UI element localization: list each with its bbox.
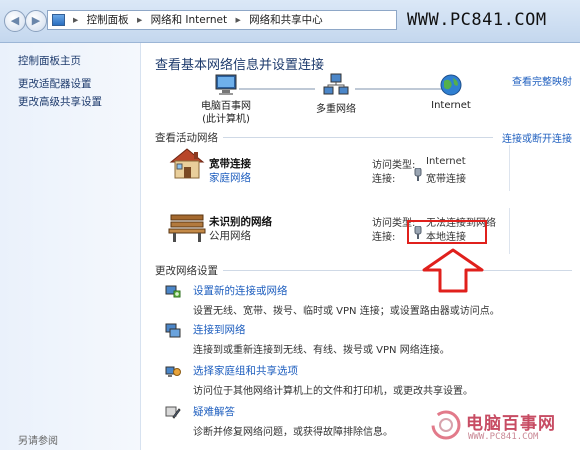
task-title-link[interactable]: 设置新的连接或网络 <box>193 283 500 298</box>
task-connect-network: 连接到网络 连接到或重新连接到无线、有线、拨号或 VPN 网络连接。 <box>193 322 450 356</box>
globe-icon <box>440 74 462 96</box>
network-type: 公用网络 <box>209 230 251 242</box>
sidebar-item-home[interactable]: 控制面板主页 <box>18 53 81 68</box>
brand-logo: 电脑百事网 WWW.PC841.COM <box>430 405 580 450</box>
breadcrumb-item[interactable]: 控制面板 <box>87 14 129 26</box>
map-node-computer[interactable]: 电脑百事网 (此计算机) <box>186 73 266 126</box>
connection-link[interactable]: 宽带连接 <box>426 170 466 185</box>
task-homegroup-sharing: 选择家庭组和共享选项 访问位于其他网络计算机上的文件和打印机，或更改共享设置。 <box>193 363 473 397</box>
see-also-label: 另请参阅 <box>18 436 58 447</box>
connect-disconnect-link[interactable]: 连接或断开连接 <box>502 130 572 145</box>
map-label-internet: Internet <box>431 100 471 111</box>
network-name: 未识别的网络 <box>209 216 272 228</box>
task-new-connection: 设置新的连接或网络 设置无线、宽带、拨号、临时或 VPN 连接；或设置路由器或访… <box>193 283 500 317</box>
section-divider <box>223 270 572 271</box>
homegroup-icon <box>165 366 181 377</box>
breadcrumb-item[interactable]: 网络和 Internet <box>151 14 228 26</box>
address-field[interactable]: ▸ 控制面板 ▸ 网络和 Internet ▸ 网络和共享中心 <box>47 10 397 30</box>
breadcrumb-arrow-icon: ▸ <box>73 14 79 26</box>
sidebar-item-adapter-settings[interactable]: 更改适配器设置 <box>18 76 92 91</box>
map-node-internet[interactable]: Internet <box>411 73 491 111</box>
connection-label: 连接: <box>372 174 396 185</box>
active-networks-header: 查看活动网络 <box>155 132 218 144</box>
full-map-link[interactable]: 查看完整映射 <box>512 73 572 88</box>
control-panel-icon <box>52 14 65 26</box>
new-connection-icon <box>165 285 181 298</box>
column-divider <box>509 145 510 191</box>
task-title-link[interactable]: 疑难解答 <box>193 404 393 419</box>
map-label-computer: 电脑百事网 (此计算机) <box>201 101 251 125</box>
page-title: 查看基本网络信息并设置连接 <box>155 58 325 73</box>
highlight-box <box>407 220 487 244</box>
column-divider <box>509 208 510 254</box>
sidebar: 控制面板主页 更改适配器设置 更改高级共享设置 另请参阅 <box>0 43 141 450</box>
task-description: 访问位于其他网络计算机上的文件和打印机，或更改共享设置。 <box>193 386 473 397</box>
task-description: 诊断并修复网络问题，或获得故障排除信息。 <box>193 427 393 438</box>
access-type-label: 访问类型: <box>372 160 416 171</box>
brand-name: 电脑百事网 <box>466 414 556 434</box>
task-description: 连接到或重新连接到无线、有线、拨号或 VPN 网络连接。 <box>193 345 450 356</box>
sidebar-item-advanced-sharing[interactable]: 更改高级共享设置 <box>18 94 102 109</box>
connection-plug-icon <box>414 168 422 181</box>
public-network-bench-icon <box>168 214 206 242</box>
network-name: 宽带连接 <box>209 158 251 170</box>
task-description: 设置无线、宽带、拨号、临时或 VPN 连接；或设置路由器或访问点。 <box>193 306 500 317</box>
brand-url: WWW.PC841.COM <box>468 432 539 442</box>
map-node-network[interactable]: 多重网络 <box>296 73 376 115</box>
access-type-value: Internet <box>426 156 466 167</box>
task-title-link[interactable]: 连接到网络 <box>193 322 450 337</box>
connection-label: 连接: <box>372 232 396 243</box>
troubleshoot-icon <box>165 406 181 419</box>
network-icon <box>323 73 349 95</box>
map-label-network: 多重网络 <box>316 104 356 115</box>
breadcrumb-arrow-icon: ▸ <box>136 14 143 26</box>
change-settings-header: 更改网络设置 <box>155 265 218 277</box>
home-network-icon <box>169 148 205 179</box>
forward-button[interactable]: ▶ <box>25 10 47 32</box>
section-divider <box>223 137 493 138</box>
task-troubleshoot: 疑难解答 诊断并修复网络问题，或获得故障排除信息。 <box>193 404 393 438</box>
site-watermark: WWW.PC841.COM <box>407 10 547 30</box>
connect-network-icon <box>165 323 181 338</box>
computer-icon <box>215 74 237 95</box>
breadcrumb-item[interactable]: 网络和共享中心 <box>249 14 323 26</box>
network-type-link[interactable]: 家庭网络 <box>209 170 251 185</box>
address-bar-area: ◀ ▶ ▸ 控制面板 ▸ 网络和 Internet ▸ 网络和共享中心 WWW.… <box>0 0 580 43</box>
back-button[interactable]: ◀ <box>4 10 26 32</box>
breadcrumb-arrow-icon: ▸ <box>235 14 241 26</box>
brand-swirl-icon <box>431 410 461 440</box>
task-title-link[interactable]: 选择家庭组和共享选项 <box>193 363 473 378</box>
